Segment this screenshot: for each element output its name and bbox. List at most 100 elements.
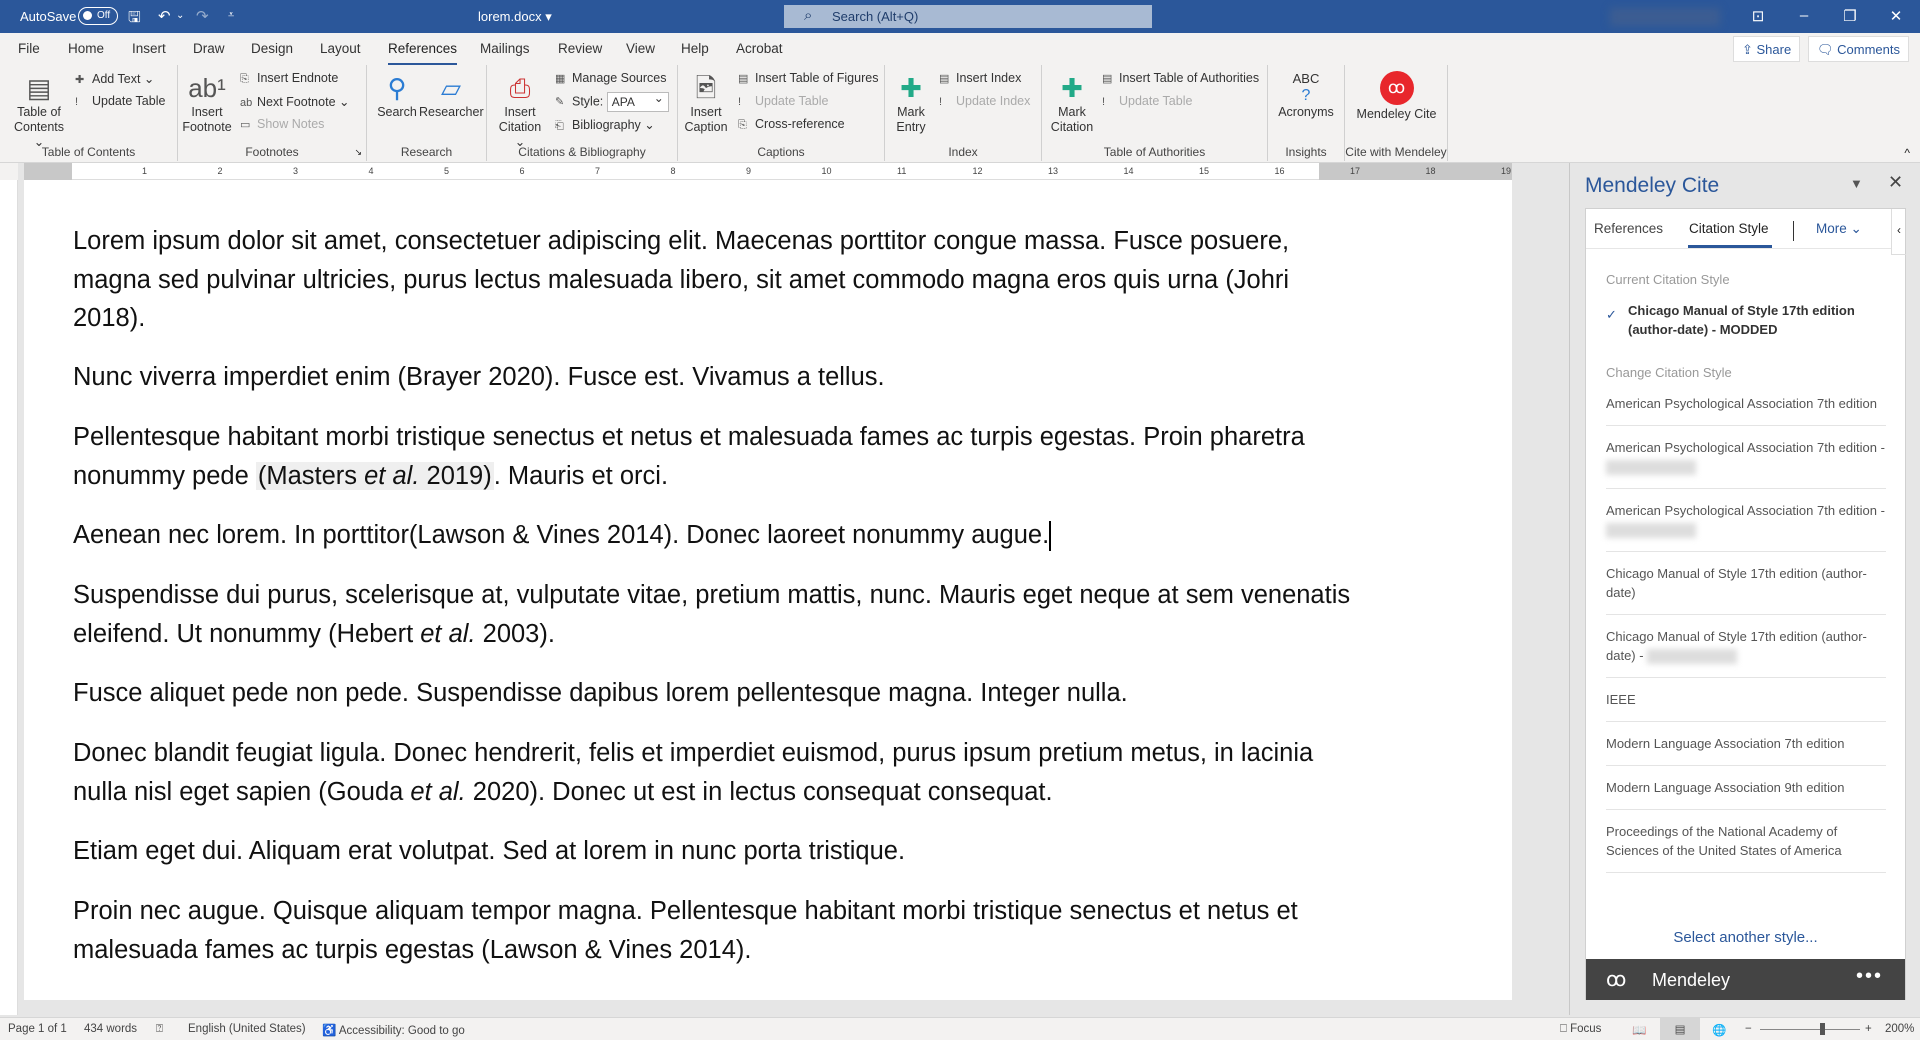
- tab-file[interactable]: File: [18, 41, 40, 56]
- tab-citation-style[interactable]: Citation Style: [1688, 221, 1772, 248]
- document-name[interactable]: lorem.docx ▾: [478, 9, 552, 25]
- customize-icon[interactable]: ⩡: [228, 9, 234, 22]
- print-layout-icon[interactable]: ▤: [1660, 1018, 1700, 1040]
- ruler-margin-right: [1319, 163, 1512, 180]
- close-pane-icon[interactable]: ✕: [1888, 172, 1903, 193]
- search-icon: ⚲: [387, 73, 407, 103]
- tab-home[interactable]: Home: [68, 41, 104, 56]
- search-box[interactable]: ⌕ Search (Alt+Q): [784, 5, 1152, 28]
- insert-table-of-figures-button[interactable]: ▤ Insert Table of Figures: [738, 71, 878, 85]
- mendeley-cite-button[interactable]: ꝏ Mendeley Cite: [1355, 71, 1438, 122]
- redo-icon[interactable]: ↷: [196, 7, 209, 25]
- select-another-style-link[interactable]: Select another style...: [1586, 929, 1905, 946]
- collapse-ribbon-icon[interactable]: ^: [1904, 146, 1910, 160]
- tab-references[interactable]: References: [1594, 221, 1663, 236]
- document-page[interactable]: Lorem ipsum dolor sit amet, consectetuer…: [24, 180, 1512, 1000]
- tab-view[interactable]: View: [626, 41, 655, 56]
- text: et al.: [364, 461, 420, 490]
- ribbon-display-icon[interactable]: ⊡: [1735, 7, 1781, 25]
- next-footnote-button[interactable]: ab Next Footnote ⌄: [240, 94, 349, 109]
- manage-sources-button[interactable]: ▦ Manage Sources: [555, 71, 667, 85]
- style-selector[interactable]: ✎ Style: APA: [555, 91, 669, 112]
- tab-selector[interactable]: [0, 163, 18, 180]
- show-notes-button[interactable]: ▭ Show Notes: [240, 117, 324, 131]
- table-of-contents-button[interactable]: ▤ Table of Contents ⌄: [8, 71, 70, 150]
- read-mode-icon[interactable]: 📖: [1632, 1023, 1646, 1037]
- tab-review[interactable]: Review: [558, 41, 602, 56]
- restore-icon[interactable]: ❐: [1827, 7, 1873, 25]
- close-icon[interactable]: ✕: [1873, 7, 1919, 25]
- tab-draw[interactable]: Draw: [193, 41, 225, 56]
- bibliography-button[interactable]: ⎗ Bibliography ⌄: [555, 117, 655, 133]
- tab-references[interactable]: References: [388, 41, 458, 66]
- vertical-scrollbar[interactable]: [1512, 180, 1534, 1015]
- user-account[interactable]: [1610, 8, 1720, 26]
- mendeley-brand: Mendeley: [1652, 970, 1731, 990]
- style-list-item[interactable]: American Psychological Association 7th e…: [1606, 426, 1886, 489]
- zoom-in-icon[interactable]: +: [1865, 1023, 1872, 1035]
- proofing-icon[interactable]: ⍰: [156, 1023, 163, 1036]
- tab-layout[interactable]: Layout: [320, 41, 361, 56]
- tab-acrobat[interactable]: Acrobat: [736, 41, 783, 56]
- pane-divider[interactable]: [1569, 163, 1570, 1015]
- search-button[interactable]: ⚲ Search: [375, 71, 419, 120]
- tab-mailings[interactable]: Mailings: [480, 41, 530, 56]
- undo-icon[interactable]: ↶: [158, 7, 171, 25]
- tab-help[interactable]: Help: [681, 41, 709, 56]
- horizontal-ruler[interactable]: 1 2 3 4 5 6 7 8 9 10 11 12 13 14 15 16 17 18 19: [24, 163, 1512, 180]
- minimize-icon[interactable]: –: [1781, 7, 1827, 24]
- save-icon[interactable]: 🖫: [128, 7, 141, 32]
- insert-toa-label: Insert Table of Authorities: [1119, 71, 1260, 85]
- accessibility-status[interactable]: ♿ Accessibility: Good to go: [322, 1023, 465, 1037]
- style-list-item[interactable]: Proceedings of the National Academy of S…: [1606, 810, 1886, 873]
- style-list-item[interactable]: Chicago Manual of Style 17th edition (au…: [1606, 615, 1886, 678]
- insert-footnote-button[interactable]: ab¹ Insert Footnote: [182, 71, 232, 135]
- tab-insert[interactable]: Insert: [132, 41, 166, 56]
- style-list-item[interactable]: Chicago Manual of Style 17th edition (au…: [1606, 552, 1886, 615]
- update-toc-button[interactable]: ! Update Table: [75, 94, 165, 108]
- vertical-ruler[interactable]: [0, 180, 18, 1015]
- zoom-slider-thumb[interactable]: [1820, 1023, 1825, 1035]
- style-list-item[interactable]: American Psychological Association 7th e…: [1606, 489, 1886, 552]
- insert-index-button[interactable]: ▤ Insert Index: [939, 71, 1021, 85]
- word-count[interactable]: 434 words: [84, 1023, 137, 1035]
- update-toa-button[interactable]: ! Update Table: [1102, 94, 1192, 108]
- update-table-figures-button[interactable]: ! Update Table: [738, 94, 828, 108]
- acronyms-button[interactable]: ABC? Acronyms: [1274, 71, 1338, 120]
- mark-citation-button[interactable]: ✚ Mark Citation: [1046, 71, 1098, 135]
- group-captions: 🖻 Insert Caption ▤ Insert Table of Figures…: [678, 65, 885, 161]
- language[interactable]: English (United States): [188, 1023, 306, 1035]
- cross-reference-button[interactable]: ⎘ Cross-reference: [738, 117, 845, 132]
- zoom-level[interactable]: 200%: [1885, 1023, 1914, 1035]
- web-layout-icon[interactable]: 🌐: [1712, 1023, 1726, 1037]
- ruler-number: 13: [1048, 166, 1059, 176]
- researcher-button[interactable]: ▱ Researcher: [419, 71, 484, 120]
- chevron-left-icon[interactable]: ‹: [1891, 209, 1906, 255]
- style-list-item[interactable]: American Psychological Association 7th e…: [1606, 394, 1886, 426]
- style-dropdown[interactable]: APA: [606, 91, 669, 112]
- tab-more[interactable]: More ⌄: [1816, 221, 1862, 237]
- add-text-button[interactable]: ✚ Add Text ⌄: [75, 71, 154, 86]
- autosave-toggle[interactable]: Off: [78, 7, 118, 25]
- focus-button[interactable]: ⎕ Focus: [1560, 1023, 1601, 1036]
- update-index-button[interactable]: ! Update Index: [939, 94, 1030, 108]
- more-options-icon[interactable]: •••: [1856, 965, 1883, 988]
- dialog-launcher-icon[interactable]: ↘: [354, 147, 362, 158]
- page-count[interactable]: Page 1 of 1: [8, 1023, 67, 1035]
- citation-field[interactable]: (Masters et al. 2019): [255, 461, 494, 490]
- tab-design[interactable]: Design: [251, 41, 293, 56]
- insert-citation-button[interactable]: ⎙ Insert Citation ⌄: [495, 71, 545, 150]
- share-button[interactable]: ⇪ Share: [1733, 36, 1801, 62]
- undo-dropdown-icon[interactable]: ⌄: [176, 10, 184, 21]
- style-list-item[interactable]: Modern Language Association 9th edition: [1606, 766, 1886, 810]
- insert-toa-button[interactable]: ▤ Insert Table of Authorities: [1102, 71, 1259, 85]
- insert-caption-button[interactable]: 🖻 Insert Caption: [684, 71, 728, 135]
- zoom-slider[interactable]: [1760, 1023, 1860, 1035]
- insert-endnote-button[interactable]: ⎘ Insert Endnote: [240, 71, 338, 86]
- mark-entry-button[interactable]: ✚ Mark Entry: [893, 71, 929, 135]
- zoom-out-icon[interactable]: −: [1745, 1023, 1752, 1035]
- style-list-item[interactable]: IEEE: [1606, 678, 1886, 722]
- comments-button[interactable]: 🗨 Comments: [1808, 36, 1909, 62]
- style-list-item[interactable]: Modern Language Association 7th edition: [1606, 722, 1886, 766]
- pane-options-icon[interactable]: ▼: [1850, 176, 1863, 191]
